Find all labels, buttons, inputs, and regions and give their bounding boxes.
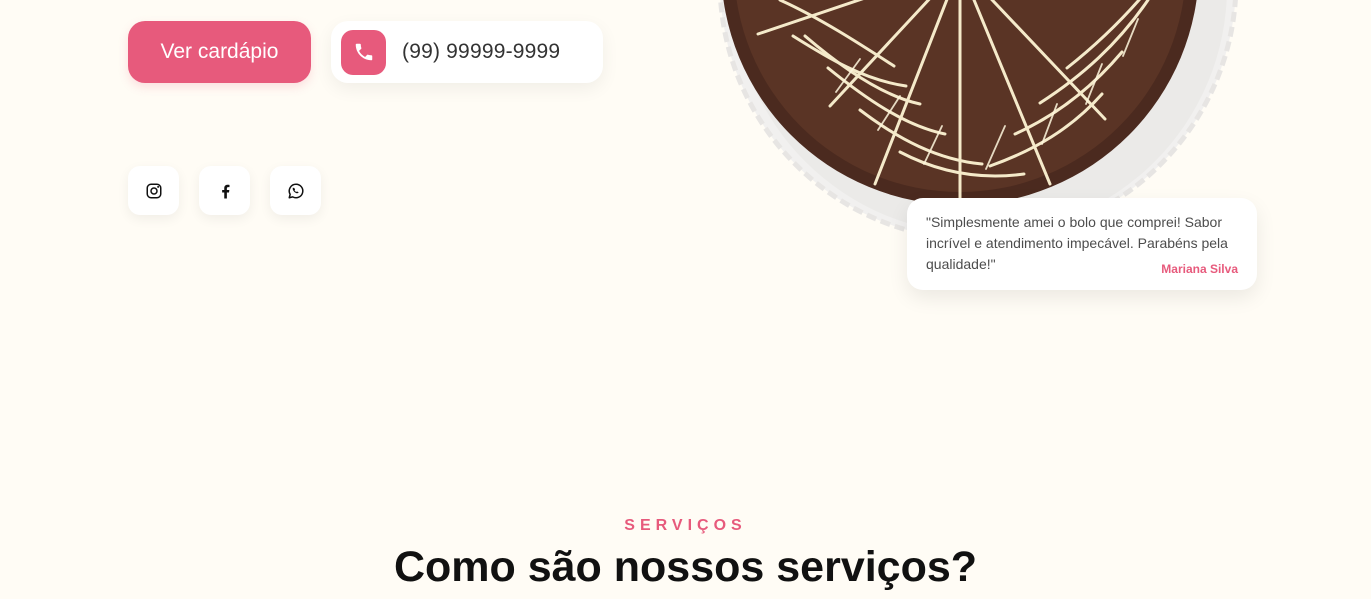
whatsapp-icon [288, 182, 304, 198]
testimonial-card: "Simplesmente amei o bolo que comprei! S… [907, 198, 1257, 290]
phone-icon [341, 29, 386, 75]
testimonial-author: Mariana Silva [1161, 262, 1238, 276]
social-links [128, 166, 321, 215]
facebook-icon [221, 184, 229, 198]
instagram-button[interactable] [128, 166, 179, 215]
instagram-icon [146, 183, 161, 198]
services-heading: Como são nossos serviços? [393, 543, 978, 591]
view-menu-button[interactable]: Ver cardápio [128, 21, 311, 83]
services-eyebrow: SERVIÇOS [624, 517, 747, 534]
hero-actions: Ver cardápio (99) 99999-9999 [128, 21, 603, 83]
facebook-button[interactable] [199, 166, 250, 215]
whatsapp-button[interactable] [270, 166, 321, 215]
phone-contact[interactable]: (99) 99999-9999 [331, 21, 603, 83]
phone-number: (99) 99999-9999 [402, 40, 561, 63]
phone-icon-glyph [355, 43, 372, 61]
